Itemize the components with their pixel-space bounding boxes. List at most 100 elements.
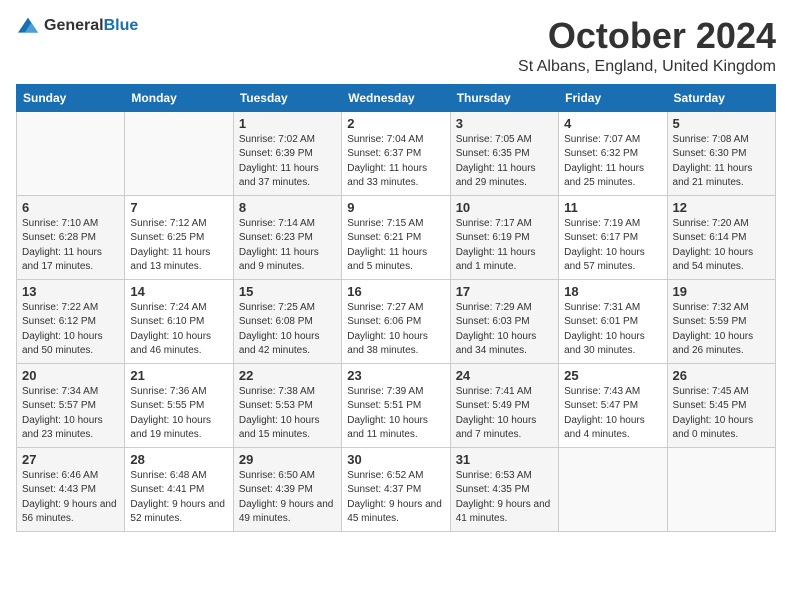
calendar-cell: 17Sunrise: 7:29 AMSunset: 6:03 PMDayligh… [450, 279, 558, 363]
day-number: 18 [564, 284, 661, 299]
calendar-week-row: 1 Sunrise: 7:02 AMSunset: 6:39 PMDaylight… [17, 111, 776, 195]
page-header: GeneralBlue October 2024 St Albans, Engl… [16, 16, 776, 76]
logo-icon [16, 16, 40, 36]
calendar-week-row: 13Sunrise: 7:22 AMSunset: 6:12 PMDayligh… [17, 279, 776, 363]
month-title: October 2024 [518, 16, 776, 56]
calendar-header-tuesday: Tuesday [233, 84, 341, 111]
day-info: Sunrise: 7:29 AMSunset: 6:03 PMDaylight:… [456, 301, 553, 359]
day-number: 22 [239, 368, 336, 383]
day-number: 4 [564, 116, 661, 131]
day-number: 11 [564, 200, 661, 215]
calendar-header-friday: Friday [559, 84, 667, 111]
day-info: Sunrise: 7:14 AMSunset: 6:23 PMDaylight:… [239, 217, 336, 275]
day-info: Sunrise: 7:32 AMSunset: 5:59 PMDaylight:… [673, 301, 770, 359]
day-number: 24 [456, 368, 553, 383]
day-number: 12 [673, 200, 770, 215]
day-info: Sunrise: 7:36 AMSunset: 5:55 PMDaylight:… [130, 385, 227, 443]
calendar-cell: 23 Sunrise: 7:39 AMSunset: 5:51 PMDayligh… [342, 363, 450, 447]
logo-blue: Blue [104, 17, 139, 34]
day-number: 3 [456, 116, 553, 131]
day-info: Sunrise: 7:25 AMSunset: 6:08 PMDaylight:… [239, 301, 336, 359]
calendar-cell: 12 Sunrise: 7:20 AMSunset: 6:14 PMDayligh… [667, 195, 775, 279]
day-info: Sunrise: 7:41 AMSunset: 5:49 PMDaylight:… [456, 385, 553, 443]
day-number: 28 [130, 452, 227, 467]
calendar-cell: 4 Sunrise: 7:07 AMSunset: 6:32 PMDaylight… [559, 111, 667, 195]
calendar-cell: 9Sunrise: 7:15 AMSunset: 6:21 PMDaylight… [342, 195, 450, 279]
calendar-cell: 29 Sunrise: 6:50 AMSunset: 4:39 PMDayligh… [233, 447, 341, 531]
day-info: Sunrise: 6:50 AMSunset: 4:39 PMDaylight:… [239, 469, 336, 527]
calendar-cell: 13Sunrise: 7:22 AMSunset: 6:12 PMDayligh… [17, 279, 125, 363]
calendar-cell: 3Sunrise: 7:05 AMSunset: 6:35 PMDaylight… [450, 111, 558, 195]
day-info: Sunrise: 6:52 AMSunset: 4:37 PMDaylight:… [347, 469, 444, 527]
day-number: 29 [239, 452, 336, 467]
day-number: 20 [22, 368, 119, 383]
day-number: 10 [456, 200, 553, 215]
calendar-cell: 1 Sunrise: 7:02 AMSunset: 6:39 PMDaylight… [233, 111, 341, 195]
day-info: Sunrise: 7:10 AMSunset: 6:28 PMDaylight:… [22, 217, 119, 275]
day-info: Sunrise: 7:45 AMSunset: 5:45 PMDaylight:… [673, 385, 770, 443]
logo-general: General [44, 17, 104, 34]
calendar-header-monday: Monday [125, 84, 233, 111]
day-info: Sunrise: 7:02 AMSunset: 6:39 PMDaylight:… [239, 133, 336, 191]
calendar-header-wednesday: Wednesday [342, 84, 450, 111]
calendar-cell [667, 447, 775, 531]
calendar-week-row: 20Sunrise: 7:34 AMSunset: 5:57 PMDayligh… [17, 363, 776, 447]
location-subtitle: St Albans, England, United Kingdom [518, 58, 776, 76]
day-number: 26 [673, 368, 770, 383]
calendar-cell [17, 111, 125, 195]
calendar-cell: 10Sunrise: 7:17 AMSunset: 6:19 PMDayligh… [450, 195, 558, 279]
calendar-cell: 25Sunrise: 7:43 AMSunset: 5:47 PMDayligh… [559, 363, 667, 447]
day-info: Sunrise: 7:38 AMSunset: 5:53 PMDaylight:… [239, 385, 336, 443]
day-number: 6 [22, 200, 119, 215]
title-block: October 2024 St Albans, England, United … [518, 16, 776, 76]
calendar-cell: 19Sunrise: 7:32 AMSunset: 5:59 PMDayligh… [667, 279, 775, 363]
calendar-table: SundayMondayTuesdayWednesdayThursdayFrid… [16, 84, 776, 532]
day-number: 15 [239, 284, 336, 299]
calendar-cell: 14 Sunrise: 7:24 AMSunset: 6:10 PMDayligh… [125, 279, 233, 363]
calendar-cell: 27 Sunrise: 6:46 AMSunset: 4:43 PMDayligh… [17, 447, 125, 531]
calendar-cell: 26 Sunrise: 7:45 AMSunset: 5:45 PMDayligh… [667, 363, 775, 447]
day-info: Sunrise: 6:46 AMSunset: 4:43 PMDaylight:… [22, 469, 119, 527]
calendar-header-saturday: Saturday [667, 84, 775, 111]
day-number: 31 [456, 452, 553, 467]
day-info: Sunrise: 7:20 AMSunset: 6:14 PMDaylight:… [673, 217, 770, 275]
calendar-cell: 8Sunrise: 7:14 AMSunset: 6:23 PMDaylight… [233, 195, 341, 279]
day-number: 30 [347, 452, 444, 467]
day-number: 1 [239, 116, 336, 131]
calendar-cell [559, 447, 667, 531]
day-info: Sunrise: 7:31 AMSunset: 6:01 PMDaylight:… [564, 301, 661, 359]
calendar-header-row: SundayMondayTuesdayWednesdayThursdayFrid… [17, 84, 776, 111]
calendar-cell [125, 111, 233, 195]
calendar-cell: 15 Sunrise: 7:25 AMSunset: 6:08 PMDayligh… [233, 279, 341, 363]
calendar-cell: 18 Sunrise: 7:31 AMSunset: 6:01 PMDayligh… [559, 279, 667, 363]
day-info: Sunrise: 7:08 AMSunset: 6:30 PMDaylight:… [673, 133, 770, 191]
calendar-cell: 16Sunrise: 7:27 AMSunset: 6:06 PMDayligh… [342, 279, 450, 363]
day-info: Sunrise: 7:27 AMSunset: 6:06 PMDaylight:… [347, 301, 444, 359]
calendar-cell: 21 Sunrise: 7:36 AMSunset: 5:55 PMDayligh… [125, 363, 233, 447]
calendar-header-thursday: Thursday [450, 84, 558, 111]
calendar-cell: 7 Sunrise: 7:12 AMSunset: 6:25 PMDaylight… [125, 195, 233, 279]
calendar-cell: 2Sunrise: 7:04 AMSunset: 6:37 PMDaylight… [342, 111, 450, 195]
day-info: Sunrise: 7:07 AMSunset: 6:32 PMDaylight:… [564, 133, 661, 191]
day-info: Sunrise: 7:39 AMSunset: 5:51 PMDaylight:… [347, 385, 444, 443]
day-number: 25 [564, 368, 661, 383]
calendar-cell: 11Sunrise: 7:19 AMSunset: 6:17 PMDayligh… [559, 195, 667, 279]
day-number: 21 [130, 368, 227, 383]
day-number: 7 [130, 200, 227, 215]
day-number: 14 [130, 284, 227, 299]
calendar-week-row: 27 Sunrise: 6:46 AMSunset: 4:43 PMDayligh… [17, 447, 776, 531]
day-number: 27 [22, 452, 119, 467]
calendar-cell: 28Sunrise: 6:48 AMSunset: 4:41 PMDayligh… [125, 447, 233, 531]
calendar-cell: 22 Sunrise: 7:38 AMSunset: 5:53 PMDayligh… [233, 363, 341, 447]
day-info: Sunrise: 7:24 AMSunset: 6:10 PMDaylight:… [130, 301, 227, 359]
calendar-cell: 30 Sunrise: 6:52 AMSunset: 4:37 PMDayligh… [342, 447, 450, 531]
calendar-cell: 24 Sunrise: 7:41 AMSunset: 5:49 PMDayligh… [450, 363, 558, 447]
calendar-week-row: 6 Sunrise: 7:10 AMSunset: 6:28 PMDaylight… [17, 195, 776, 279]
day-info: Sunrise: 6:53 AMSunset: 4:35 PMDaylight:… [456, 469, 553, 527]
day-info: Sunrise: 7:12 AMSunset: 6:25 PMDaylight:… [130, 217, 227, 275]
day-number: 23 [347, 368, 444, 383]
calendar-cell: 5Sunrise: 7:08 AMSunset: 6:30 PMDaylight… [667, 111, 775, 195]
day-info: Sunrise: 7:04 AMSunset: 6:37 PMDaylight:… [347, 133, 444, 191]
day-number: 13 [22, 284, 119, 299]
calendar-cell: 31 Sunrise: 6:53 AMSunset: 4:35 PMDayligh… [450, 447, 558, 531]
